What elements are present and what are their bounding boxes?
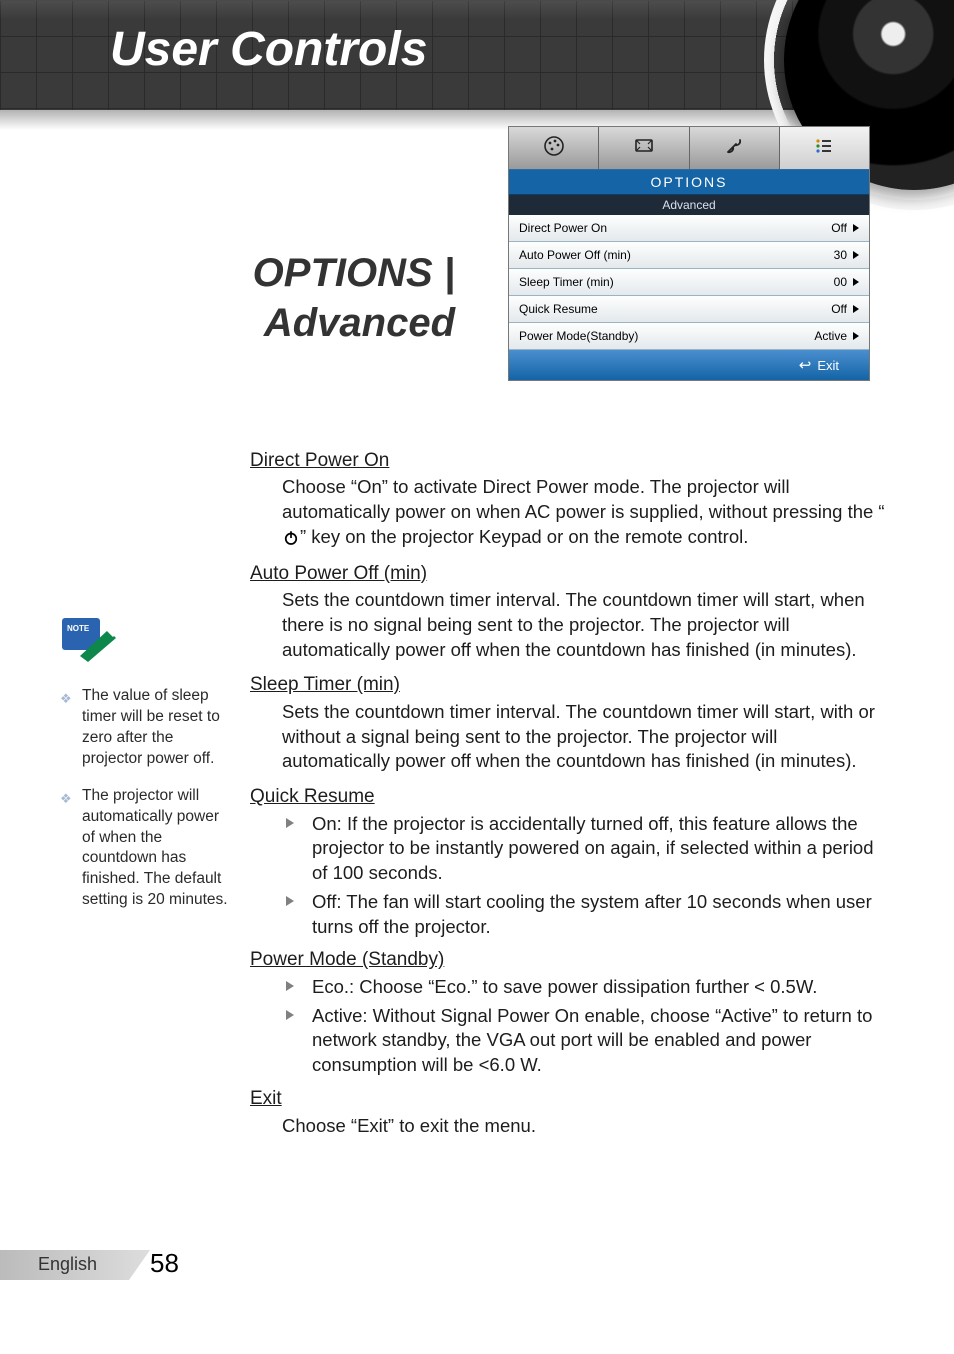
- footer-language: English: [38, 1254, 97, 1275]
- display-icon: [632, 134, 656, 163]
- chevron-right-icon: [853, 278, 859, 286]
- osd-tab-options[interactable]: [780, 127, 869, 169]
- osd-row-label: Quick Resume: [519, 302, 598, 316]
- osd-row-auto-power-off[interactable]: Auto Power Off (min) 30: [509, 242, 869, 269]
- osd-row-label: Sleep Timer (min): [519, 275, 614, 289]
- osd-row-sleep-timer[interactable]: Sleep Timer (min) 00: [509, 269, 869, 296]
- bullet-power-mode-active: Active: Without Signal Power On enable, …: [282, 1004, 886, 1078]
- osd-row-quick-resume[interactable]: Quick Resume Off: [509, 296, 869, 323]
- bullet-quick-resume-on: On: If the projector is accidentally tur…: [282, 812, 886, 886]
- osd-row-direct-power-on[interactable]: Direct Power On Off: [509, 215, 869, 242]
- osd-tab-setup[interactable]: [690, 127, 780, 169]
- section-title-line2: Advanced: [264, 301, 455, 345]
- page-footer: English 58: [0, 1250, 260, 1280]
- diamond-bullet-icon: ❖: [60, 690, 72, 708]
- back-arrow-icon: ↩: [799, 356, 812, 374]
- para-sleep-timer: Sets the countdown timer interval. The c…: [282, 700, 886, 774]
- osd-exit-row[interactable]: ↩ Exit: [509, 350, 869, 380]
- osd-row-label: Direct Power On: [519, 221, 607, 235]
- chevron-right-icon: [853, 305, 859, 313]
- diamond-bullet-icon: ❖: [60, 790, 72, 808]
- heading-sleep-timer: Sleep Timer (min): [250, 672, 886, 697]
- chevron-right-icon: [853, 224, 859, 232]
- osd-subheader: Advanced: [509, 195, 869, 215]
- osd-row-label: Auto Power Off (min): [519, 248, 631, 262]
- heading-direct-power-on: Direct Power On: [250, 448, 886, 473]
- heading-quick-resume: Quick Resume: [250, 784, 886, 809]
- osd-tab-display[interactable]: [599, 127, 689, 169]
- osd-row-value: Active: [814, 329, 847, 343]
- note-item-2: ❖The projector will automatically power …: [60, 786, 228, 912]
- wrench-icon: [722, 134, 746, 163]
- list-icon: [812, 134, 836, 163]
- section-title: OPTIONS | Advanced: [0, 248, 455, 348]
- heading-power-mode: Power Mode (Standby): [250, 947, 886, 972]
- body-content: Direct Power On Choose “On” to activate …: [250, 448, 886, 1148]
- para-direct-power-on: Choose “On” to activate Direct Power mod…: [282, 475, 886, 550]
- osd-row-value: Off: [831, 221, 847, 235]
- osd-tab-image[interactable]: [509, 127, 599, 169]
- osd-exit-label: Exit: [817, 358, 839, 373]
- chevron-right-icon: [853, 332, 859, 340]
- side-notes: ❖The value of sleep timer will be reset …: [60, 686, 228, 927]
- osd-header: OPTIONS: [509, 169, 869, 195]
- heading-auto-power-off: Auto Power Off (min): [250, 561, 886, 586]
- chevron-right-icon: [853, 251, 859, 259]
- osd-row-value: Off: [831, 302, 847, 316]
- svg-text:NOTE: NOTE: [67, 624, 90, 633]
- bullet-triangle-icon: [286, 1010, 294, 1020]
- palette-icon: [542, 134, 566, 163]
- osd-tabs: [509, 127, 869, 169]
- osd-row-label: Power Mode(Standby): [519, 329, 638, 343]
- osd-row-power-mode[interactable]: Power Mode(Standby) Active: [509, 323, 869, 350]
- note-icon: NOTE: [60, 614, 118, 662]
- bullet-quick-resume-off: Off: The fan will start cooling the syst…: [282, 890, 886, 940]
- heading-exit: Exit: [250, 1086, 886, 1111]
- note-item-1: ❖The value of sleep timer will be reset …: [60, 686, 228, 770]
- power-icon: [282, 526, 300, 551]
- para-auto-power-off: Sets the countdown timer interval. The c…: [282, 588, 886, 662]
- section-title-line1: OPTIONS |: [253, 251, 455, 295]
- footer-page-number: 58: [150, 1248, 179, 1279]
- para-exit: Choose “Exit” to exit the menu.: [282, 1114, 886, 1139]
- osd-menu: OPTIONS Advanced Direct Power On Off Aut…: [508, 126, 870, 381]
- bullet-triangle-icon: [286, 896, 294, 906]
- bullet-power-mode-eco: Eco.: Choose “Eco.” to save power dissip…: [282, 975, 886, 1000]
- bullet-triangle-icon: [286, 818, 294, 828]
- osd-row-value: 00: [834, 275, 847, 289]
- osd-row-value: 30: [834, 248, 847, 262]
- bullet-triangle-icon: [286, 981, 294, 991]
